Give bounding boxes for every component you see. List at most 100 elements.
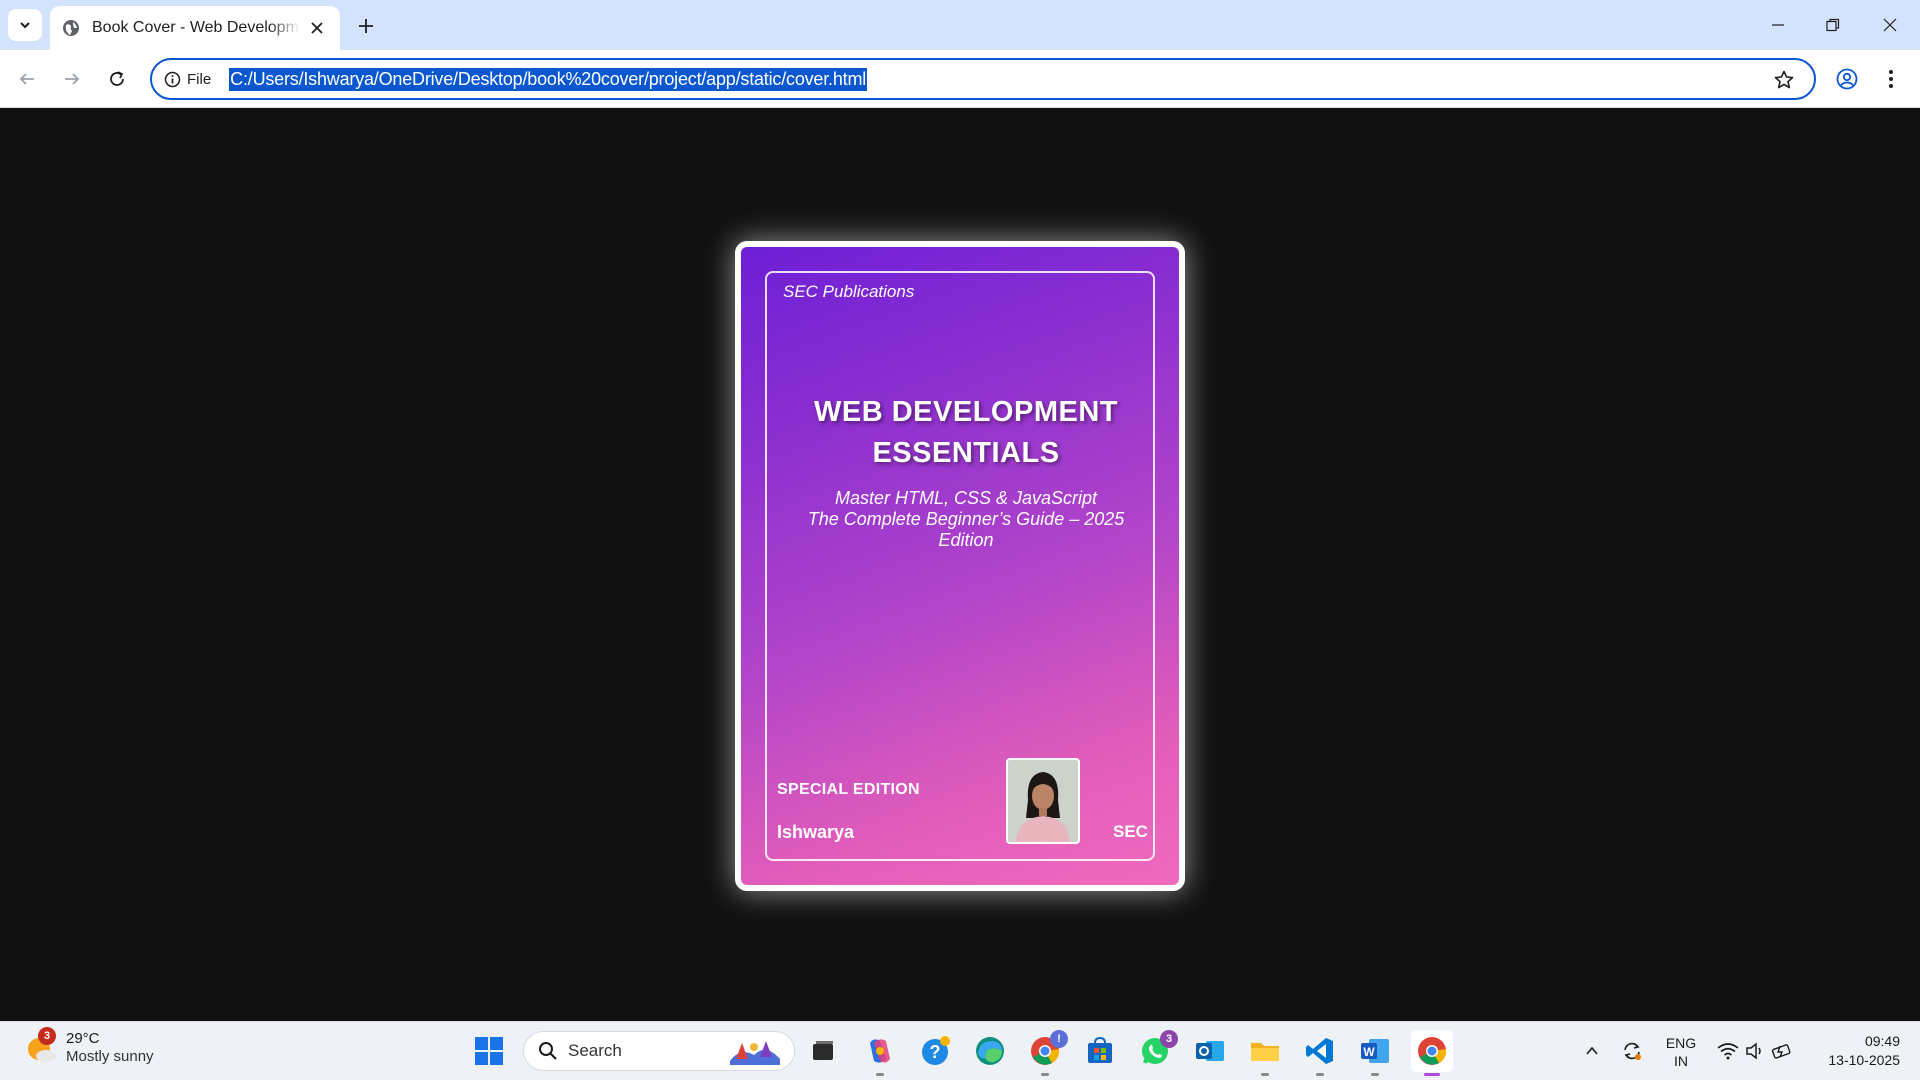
volume-icon bbox=[1746, 1042, 1761, 1060]
minimize-button[interactable] bbox=[1758, 10, 1798, 40]
weather-text: 29°C Mostly sunny bbox=[66, 1030, 154, 1066]
close-window-button[interactable] bbox=[1870, 10, 1910, 40]
taskbar-vscode[interactable] bbox=[1301, 1032, 1339, 1076]
profile-button[interactable] bbox=[1830, 62, 1864, 96]
arrow-right-icon bbox=[65, 73, 80, 85]
taskbar-outlook[interactable] bbox=[1191, 1032, 1229, 1070]
clock-date: 13-10-2025 bbox=[1828, 1052, 1900, 1068]
book-cover: SEC Publications WEB DEVELOPMENT ESSENTI… bbox=[735, 241, 1185, 891]
sync-tray-button[interactable] bbox=[1614, 1032, 1650, 1070]
imprint-label: SEC bbox=[1113, 822, 1148, 841]
subtitle-line-1: Master HTML, CSS & JavaScript bbox=[834, 488, 1098, 508]
reload-icon bbox=[110, 71, 124, 86]
windows-icon bbox=[475, 1037, 503, 1065]
arrow-left-icon bbox=[19, 73, 34, 85]
browser-tab[interactable]: Book Cover - Web Development bbox=[50, 6, 340, 50]
author-name: Ishwarya bbox=[777, 822, 855, 842]
chrome-badge: ! bbox=[1050, 1030, 1068, 1048]
vscode-icon bbox=[1306, 1038, 1333, 1064]
clock[interactable]: 09:49 13-10-2025 bbox=[1808, 1032, 1900, 1070]
back-button[interactable] bbox=[10, 62, 44, 96]
bookmark-button[interactable] bbox=[1772, 68, 1796, 92]
svg-text:W: W bbox=[1363, 1045, 1375, 1059]
url-text[interactable]: C:/Users/Ishwarya/OneDrive/Desktop/book%… bbox=[229, 67, 868, 91]
plus-icon bbox=[359, 19, 373, 33]
subtitle-line-3: Edition bbox=[938, 530, 994, 550]
tab-strip: Book Cover - Web Development bbox=[0, 0, 1920, 50]
close-icon bbox=[311, 22, 323, 34]
tab-title: Book Cover - Web Development bbox=[92, 19, 300, 36]
chevron-down-icon bbox=[20, 22, 30, 29]
globe-icon bbox=[63, 20, 79, 36]
search-highlight-icon bbox=[730, 1041, 780, 1065]
chevron-up-icon bbox=[1586, 1046, 1598, 1055]
search-icon bbox=[539, 1042, 557, 1060]
info-icon bbox=[164, 71, 181, 87]
portrait-image bbox=[1008, 760, 1078, 842]
tab-close-button[interactable] bbox=[306, 17, 328, 39]
reload-button[interactable] bbox=[100, 62, 134, 96]
task-view-button[interactable] bbox=[804, 1032, 842, 1070]
language-code: ENG bbox=[1665, 1035, 1697, 1051]
word-icon: W bbox=[1361, 1039, 1389, 1063]
region-code: IN bbox=[1674, 1053, 1688, 1069]
taskbar-chrome-profile[interactable]: ! bbox=[1026, 1030, 1068, 1076]
forward-button[interactable] bbox=[55, 62, 89, 96]
active-indicator bbox=[1424, 1073, 1440, 1076]
weather-temperature: 29°C bbox=[66, 1030, 100, 1047]
language-indicator[interactable]: ENG IN bbox=[1658, 1034, 1704, 1070]
taskbar-store[interactable] bbox=[1081, 1032, 1119, 1070]
weather-description: Mostly sunny bbox=[66, 1048, 154, 1065]
taskbar: 3 29°C Mostly sunny Search ? ! 3 W ENG I… bbox=[0, 1021, 1920, 1080]
search-label: Search bbox=[568, 1041, 622, 1060]
taskbar-file-explorer[interactable] bbox=[1246, 1032, 1284, 1076]
publisher-label: SEC Publications bbox=[783, 282, 915, 301]
author-photo bbox=[1006, 758, 1080, 844]
tab-search-button[interactable] bbox=[8, 9, 42, 41]
taskbar-whatsapp[interactable]: 3 bbox=[1136, 1030, 1178, 1070]
minimize-icon bbox=[1772, 24, 1784, 26]
start-button[interactable] bbox=[470, 1032, 508, 1070]
browser-menu-button[interactable] bbox=[1876, 62, 1906, 96]
running-indicator bbox=[1371, 1073, 1379, 1076]
browser-toolbar: File C:/Users/Ishwarya/OneDrive/Desktop/… bbox=[0, 50, 1920, 108]
whatsapp-badge: 3 bbox=[1160, 1030, 1178, 1048]
close-icon bbox=[1883, 18, 1897, 32]
battery-icon bbox=[1771, 1044, 1791, 1059]
restore-icon bbox=[1826, 18, 1840, 32]
title-line-2: ESSENTIALS bbox=[872, 437, 1060, 469]
running-indicator bbox=[876, 1073, 884, 1076]
edition-label: SPECIAL EDITION bbox=[777, 781, 920, 798]
weather-sun-icon: 3 bbox=[24, 1027, 58, 1065]
taskbar-chrome-active[interactable] bbox=[1411, 1030, 1453, 1076]
new-tab-button[interactable] bbox=[352, 12, 380, 40]
star-icon bbox=[1774, 70, 1794, 89]
copilot-icon bbox=[870, 1039, 890, 1063]
page-viewport: SEC Publications WEB DEVELOPMENT ESSENTI… bbox=[0, 109, 1920, 1021]
show-hidden-icons-button[interactable] bbox=[1574, 1032, 1610, 1070]
taskbar-search[interactable]: Search bbox=[523, 1031, 795, 1071]
running-indicator bbox=[1316, 1073, 1324, 1076]
help-icon: ? bbox=[922, 1036, 950, 1065]
running-indicator bbox=[1261, 1073, 1269, 1076]
chrome-icon bbox=[1418, 1037, 1447, 1065]
outlook-icon bbox=[1196, 1041, 1224, 1061]
quick-settings-button[interactable] bbox=[1710, 1032, 1800, 1070]
svg-text:?: ? bbox=[930, 1042, 941, 1062]
store-icon bbox=[1088, 1036, 1112, 1063]
site-info-button[interactable]: File bbox=[164, 64, 221, 94]
subtitle-line-2: The Complete Beginner’s Guide – 2025 bbox=[807, 509, 1125, 529]
taskbar-edge[interactable] bbox=[971, 1032, 1009, 1070]
more-vertical-icon bbox=[1889, 70, 1893, 88]
cover-inner-frame bbox=[765, 271, 1155, 861]
edge-icon bbox=[976, 1037, 1004, 1065]
taskbar-copilot[interactable] bbox=[861, 1032, 899, 1076]
restore-button[interactable] bbox=[1813, 10, 1853, 40]
taskbar-word[interactable]: W bbox=[1356, 1032, 1394, 1076]
title-line-1: WEB DEVELOPMENT bbox=[814, 396, 1118, 428]
account-icon bbox=[1836, 68, 1858, 90]
weather-badge: 3 bbox=[38, 1027, 56, 1045]
weather-widget[interactable]: 3 29°C Mostly sunny bbox=[24, 1027, 154, 1066]
taskbar-help[interactable]: ? bbox=[916, 1032, 954, 1070]
address-bar[interactable]: File C:/Users/Ishwarya/OneDrive/Desktop/… bbox=[150, 58, 1816, 100]
